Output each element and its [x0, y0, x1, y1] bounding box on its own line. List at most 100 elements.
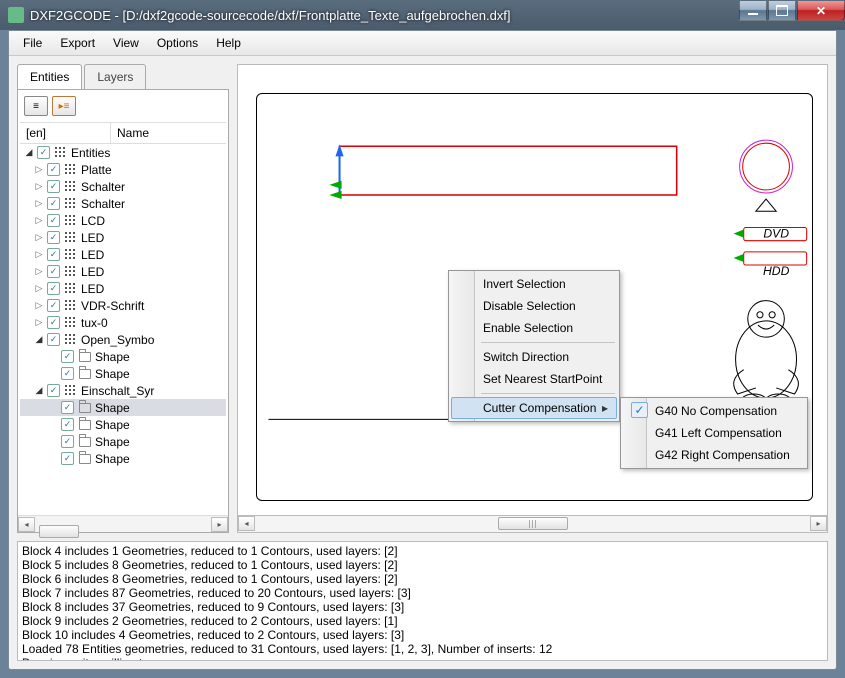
checkbox[interactable]: ✓: [47, 282, 60, 295]
tree-row[interactable]: ◢✓ Einschalt_Syr: [20, 382, 226, 399]
tree-row[interactable]: ▷✓ LED: [20, 280, 226, 297]
menu-g41-left-compensation[interactable]: G41 Left Compensation: [623, 422, 805, 444]
close-button[interactable]: [797, 1, 845, 21]
expand-arrow-icon[interactable]: ◢: [34, 334, 44, 345]
menu-cutter-compensation[interactable]: Cutter Compensation: [451, 397, 617, 419]
expand-all-button[interactable]: ▸≡: [52, 96, 76, 116]
collapse-all-button[interactable]: ≡: [24, 96, 48, 116]
tree-label: Einschalt_Syr: [81, 384, 154, 398]
checkbox[interactable]: ✓: [61, 350, 74, 363]
tree-row[interactable]: ✓Shape: [20, 450, 226, 467]
tab-entities[interactable]: Entities: [17, 64, 82, 89]
context-menu[interactable]: Invert Selection Disable Selection Enabl…: [448, 270, 620, 422]
menu-g42-right-compensation[interactable]: G42 Right Compensation: [623, 444, 805, 466]
checkbox[interactable]: ✓: [47, 299, 60, 312]
submenu-cutter-compensation[interactable]: G40 No Compensation G41 Left Compensatio…: [620, 397, 808, 469]
menu-set-nearest-startpoint[interactable]: Set Nearest StartPoint: [451, 368, 617, 390]
checkbox[interactable]: ✓: [47, 333, 60, 346]
menu-disable-selection[interactable]: Disable Selection: [451, 295, 617, 317]
checkbox[interactable]: ✓: [61, 452, 74, 465]
checkbox[interactable]: ✓: [47, 197, 60, 210]
checkbox[interactable]: ✓: [47, 214, 60, 227]
tree-row[interactable]: ✓Shape: [20, 399, 226, 416]
minimize-button[interactable]: [739, 1, 767, 21]
tab-layers[interactable]: Layers: [84, 64, 146, 89]
grid-icon: [63, 385, 79, 397]
menu-invert-selection[interactable]: Invert Selection: [451, 273, 617, 295]
checkbox[interactable]: ✓: [47, 163, 60, 176]
expand-arrow-icon[interactable]: ▷: [34, 283, 44, 294]
grid-icon: [63, 215, 79, 227]
tree-label: Shape: [95, 350, 130, 364]
entity-tree[interactable]: ◢✓Entities▷✓Platte▷✓Schalter▷✓Schalter▷✓…: [20, 144, 226, 515]
tree-row[interactable]: ▷✓Schalter: [20, 195, 226, 212]
checkbox[interactable]: ✓: [47, 316, 60, 329]
scroll-left-button[interactable]: ◂: [18, 517, 35, 532]
tree-row[interactable]: ▷✓LED: [20, 246, 226, 263]
expand-arrow-icon[interactable]: ▷: [34, 266, 44, 277]
tree-row[interactable]: ✓Shape: [20, 416, 226, 433]
tree-row[interactable]: ▷✓Platte: [20, 161, 226, 178]
tree-row[interactable]: ✓Shape: [20, 365, 226, 382]
expand-arrow-icon[interactable]: ▷: [34, 317, 44, 328]
scroll-left-button[interactable]: ◂: [238, 516, 255, 531]
expand-arrow-icon[interactable]: ▷: [34, 232, 44, 243]
canvas[interactable]: DVD HDD: [237, 64, 828, 516]
tree-row[interactable]: ▷✓tux-0: [20, 314, 226, 331]
menu-separator: [481, 342, 615, 343]
menu-export[interactable]: Export: [52, 34, 103, 52]
checkbox[interactable]: ✓: [47, 384, 60, 397]
menu-options[interactable]: Options: [149, 34, 206, 52]
checkbox[interactable]: ✓: [47, 180, 60, 193]
expand-arrow-icon[interactable]: ▷: [34, 300, 44, 311]
expand-arrow-icon[interactable]: ▷: [34, 249, 44, 260]
checkbox[interactable]: ✓: [61, 418, 74, 431]
expand-arrow-icon[interactable]: ▷: [34, 215, 44, 226]
window-title: DXF2GCODE - [D:/dxf2gcode-sourcecode/dxf…: [30, 8, 738, 23]
scroll-right-button[interactable]: ▸: [211, 517, 228, 532]
expand-arrow-icon[interactable]: ▷: [34, 181, 44, 192]
menu-view[interactable]: View: [105, 34, 147, 52]
log-line: Block 9 includes 2 Geometries, reduced t…: [22, 614, 823, 628]
grid-icon: [63, 334, 79, 346]
tree-h-scrollbar[interactable]: ◂ ▸: [18, 515, 228, 532]
expand-arrow-icon[interactable]: ▷: [34, 198, 44, 209]
checkbox[interactable]: ✓: [61, 401, 74, 414]
log-panel[interactable]: Block 4 includes 1 Geometries, reduced t…: [17, 541, 828, 661]
tree-row[interactable]: ▷✓LCD: [20, 212, 226, 229]
scroll-track[interactable]: [255, 516, 810, 532]
tree-row[interactable]: ✓ Shape: [20, 348, 226, 365]
log-line: Block 5 includes 8 Geometries, reduced t…: [22, 558, 823, 572]
checkbox[interactable]: ✓: [47, 231, 60, 244]
tree-row[interactable]: ✓Shape: [20, 433, 226, 450]
scroll-right-button[interactable]: ▸: [810, 516, 827, 531]
checkbox[interactable]: ✓: [61, 367, 74, 380]
tree-row[interactable]: ◢✓Open_Symbo: [20, 331, 226, 348]
expand-arrow-icon[interactable]: ◢: [24, 147, 34, 158]
checkbox[interactable]: ✓: [37, 146, 50, 159]
menu-help[interactable]: Help: [208, 34, 249, 52]
tree-row[interactable]: ◢✓Entities: [20, 144, 226, 161]
tree-label: LED: [81, 282, 104, 296]
expand-arrow-icon[interactable]: ◢: [34, 385, 44, 396]
maximize-button[interactable]: [768, 1, 796, 21]
menu-switch-direction[interactable]: Switch Direction: [451, 346, 617, 368]
tree-row[interactable]: ▷✓LED: [20, 229, 226, 246]
tree-row[interactable]: ▷✓Schalter: [20, 178, 226, 195]
checkbox[interactable]: ✓: [47, 248, 60, 261]
tree-row[interactable]: ▷✓VDR-Schrift: [20, 297, 226, 314]
expand-arrow-icon[interactable]: ▷: [34, 164, 44, 175]
log-line: Block 7 includes 87 Geometries, reduced …: [22, 586, 823, 600]
checkbox[interactable]: ✓: [47, 265, 60, 278]
tree-row[interactable]: ▷✓ LED: [20, 263, 226, 280]
canvas-h-scrollbar[interactable]: ◂ ▸: [237, 516, 828, 533]
checkbox[interactable]: ✓: [61, 435, 74, 448]
scroll-thumb[interactable]: [39, 525, 79, 538]
menu-g40-no-compensation[interactable]: G40 No Compensation: [623, 400, 805, 422]
menu-enable-selection[interactable]: Enable Selection: [451, 317, 617, 339]
tree-header-col1[interactable]: [en]: [20, 123, 110, 143]
tree-header-col2[interactable]: Name: [110, 123, 226, 143]
menu-file[interactable]: File: [15, 34, 50, 52]
scroll-thumb[interactable]: [498, 517, 568, 530]
tree-label: LED: [81, 265, 104, 279]
